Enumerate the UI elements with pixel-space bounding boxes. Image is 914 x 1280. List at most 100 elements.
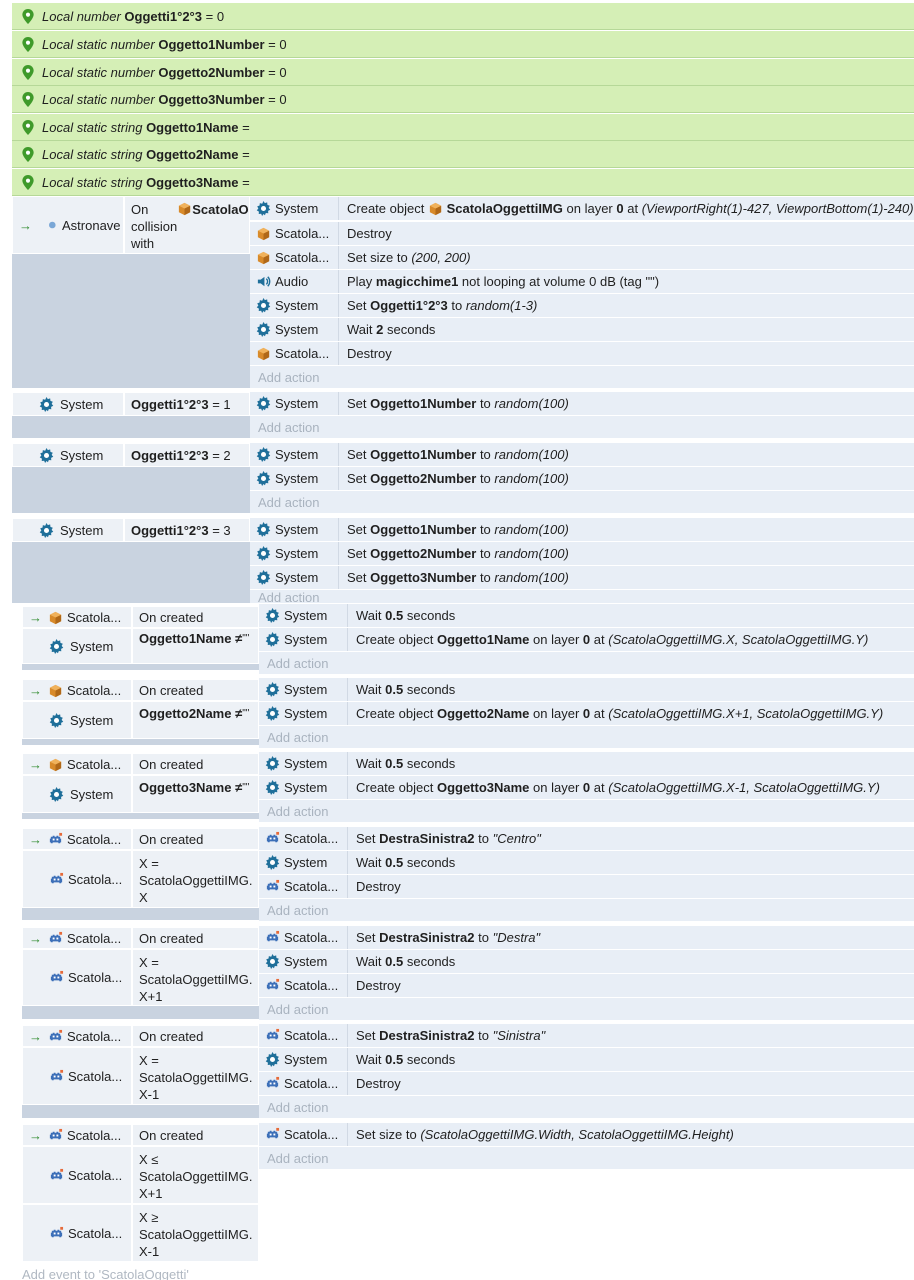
action-row[interactable]: System Wait 0.5 seconds (259, 950, 914, 974)
condition-object[interactable]: System (22, 775, 132, 813)
condition-object[interactable]: → Scatola... (22, 1124, 132, 1146)
variable-row[interactable]: Local static string Oggetto1Name = (12, 114, 914, 141)
trigger-arrow-icon: → (29, 930, 42, 946)
action-row[interactable]: Audio Play magicchime1 not looping at vol… (250, 270, 914, 294)
action-text: Set Oggetti1°2°3 to random(1-3) (338, 294, 537, 317)
add-action-link[interactable]: Add action (250, 491, 914, 513)
action-row[interactable]: System Create object ScatolaOggettiIMG on… (250, 197, 914, 221)
condition-compare[interactable]: Oggetto1Name ≠ "" (132, 628, 259, 664)
condition-on-created[interactable]: On created (132, 679, 259, 701)
action-row[interactable]: System Set Oggetto3Number to random(100) (250, 566, 914, 590)
action-row[interactable]: Scatola... Destroy (250, 222, 914, 246)
variable-row[interactable]: Local number Oggetti1°2°3 = 0 (12, 3, 914, 30)
condition-var: Oggetto2Name ≠ (139, 706, 243, 721)
condition-var: Oggetti1°2°3 (131, 447, 209, 463)
condition-object[interactable]: System (22, 628, 132, 664)
condition-compare[interactable]: X = ScatolaOggettiIMG. X+1 (132, 949, 259, 1006)
condition-compare[interactable]: X = ScatolaOggettiIMG. X (132, 850, 259, 908)
action-row[interactable]: Scatola... Set DestraSinistra2 to "Sinist… (259, 1024, 914, 1048)
condition-compare[interactable]: X = ScatolaOggettiIMG. X-1 (132, 1047, 259, 1105)
condition-object[interactable]: Scatola... (22, 949, 132, 1006)
add-action-link[interactable]: Add action (250, 416, 914, 438)
condition-compare[interactable]: X ≤ ScatolaOggettiIMG. X+1 (132, 1146, 259, 1204)
action-row[interactable]: System Wait 2 seconds (250, 318, 914, 342)
condition-object[interactable]: → Astronave (12, 196, 124, 254)
condition-object[interactable]: System (22, 701, 132, 739)
condition-compare[interactable]: Oggetto3Name ≠ "" (132, 775, 259, 813)
condition-on-created[interactable]: On created (132, 1124, 259, 1146)
action-row[interactable]: Scatola... Destroy (250, 342, 914, 366)
action-row[interactable]: Scatola... Destroy (259, 1072, 914, 1096)
add-action-link[interactable]: Add action (259, 899, 914, 921)
condition-object[interactable]: → Scatola... (22, 679, 132, 701)
add-event-link[interactable]: Add event to 'ScatolaOggetti' (22, 1266, 322, 1280)
condition-compare[interactable]: Oggetti1°2°3 = 2 (124, 443, 250, 467)
gear-icon (256, 546, 271, 561)
action-row[interactable]: System Wait 0.5 seconds (259, 851, 914, 875)
condition-compare[interactable]: Oggetto2Name ≠ "" (132, 701, 259, 739)
action-row[interactable]: System Create object Oggetto1Name on laye… (259, 628, 914, 652)
action-row[interactable]: Scatola... Set DestraSinistra2 to "Destra… (259, 926, 914, 950)
pin-icon (22, 92, 34, 107)
add-action-link[interactable]: Add action (259, 726, 914, 748)
condition-on-created[interactable]: On created (132, 753, 259, 775)
add-action-link[interactable]: Add action (250, 590, 914, 604)
action-row[interactable]: System Set Oggetto1Number to random(100) (250, 518, 914, 542)
action-row[interactable]: System Set Oggetto1Number to random(100) (250, 443, 914, 467)
action-row[interactable]: System Set Oggetto1Number to random(100) (250, 392, 914, 416)
condition-object[interactable]: Scatola... (22, 1047, 132, 1105)
action-row[interactable]: System Wait 0.5 seconds (259, 752, 914, 776)
variable-row[interactable]: Local static string Oggetto3Name = (12, 169, 914, 196)
action-row[interactable]: Scatola... Set size to (ScatolaOggettiIMG… (259, 1123, 914, 1147)
condition-object[interactable]: Scatola... (22, 1146, 132, 1204)
condition-object[interactable]: → Scatola... (22, 753, 132, 775)
action-row[interactable]: System Set Oggetto2Number to random(100) (250, 542, 914, 566)
condition-object[interactable]: Scatola... (22, 850, 132, 908)
action-object: System (284, 756, 328, 771)
condition-object[interactable]: System (12, 518, 124, 542)
add-action-link[interactable]: Add action (259, 652, 914, 674)
condition-object[interactable]: → Scatola... (22, 828, 132, 850)
action-row[interactable]: System Create object Oggetto2Name on laye… (259, 702, 914, 726)
action-row[interactable]: System Wait 0.5 seconds (259, 678, 914, 702)
condition-object[interactable]: → Scatola... (22, 606, 132, 628)
condition-compare[interactable]: X ≥ ScatolaOggettiIMG. X-1 (132, 1204, 259, 1262)
add-action-link[interactable]: Add action (250, 366, 914, 388)
variable-row[interactable]: Local static number Oggetto2Number = 0 (12, 59, 914, 86)
event-indent (40, 908, 259, 920)
condition-on-created[interactable]: On created (132, 828, 259, 850)
condition-object[interactable]: → Scatola... (22, 927, 132, 949)
action-row[interactable]: Scatola... Set size to (200, 200) (250, 246, 914, 270)
condition-object[interactable]: System (12, 392, 124, 416)
action-row[interactable]: System Wait 0.5 seconds (259, 604, 914, 628)
variable-row[interactable]: Local static number Oggetto3Number = 0 (12, 86, 914, 113)
action-text: Create object Oggetto2Name on layer 0 at… (347, 702, 883, 725)
action-text: Set DestraSinistra2 to "Sinistra" (347, 1024, 545, 1047)
action-row[interactable]: Scatola... Destroy (259, 974, 914, 998)
condition-var: Oggetto1Name ≠ (139, 631, 243, 646)
action-row[interactable]: Scatola... Set DestraSinistra2 to "Centro… (259, 827, 914, 851)
action-row[interactable]: System Wait 0.5 seconds (259, 1048, 914, 1072)
action-row[interactable]: System Set Oggetti1°2°3 to random(1-3) (250, 294, 914, 318)
condition-object[interactable]: System (12, 443, 124, 467)
add-action-link[interactable]: Add action (259, 800, 914, 822)
condition-on-created[interactable]: On created (132, 1025, 259, 1047)
action-row[interactable]: Scatola... Destroy (259, 875, 914, 899)
condition-collision[interactable]: On collision with ScatolaOggetti1 (124, 196, 250, 254)
condition-on-created[interactable]: On created (132, 927, 259, 949)
action-row[interactable]: System Create object Oggetto3Name on laye… (259, 776, 914, 800)
add-action-link[interactable]: Add action (259, 1096, 914, 1118)
add-action-link[interactable]: Add action (259, 1147, 914, 1169)
condition-compare[interactable]: Oggetti1°2°3 = 1 (124, 392, 250, 416)
trigger-arrow-icon: → (29, 1028, 42, 1044)
condition-object[interactable]: Scatola... (22, 1204, 132, 1262)
variable-row[interactable]: Local static string Oggetto2Name = (12, 141, 914, 168)
condition-object[interactable]: → Scatola... (22, 1025, 132, 1047)
variable-row[interactable]: Local static number Oggetto1Number = 0 (12, 31, 914, 58)
condition-on-created[interactable]: On created (132, 606, 259, 628)
condition-object-name: ScatolaOggetti1 (192, 202, 249, 217)
condition-compare[interactable]: Oggetti1°2°3 = 3 (124, 518, 250, 542)
add-action-link[interactable]: Add action (259, 998, 914, 1020)
sprite-icon (265, 831, 280, 846)
action-row[interactable]: System Set Oggetto2Number to random(100) (250, 467, 914, 491)
